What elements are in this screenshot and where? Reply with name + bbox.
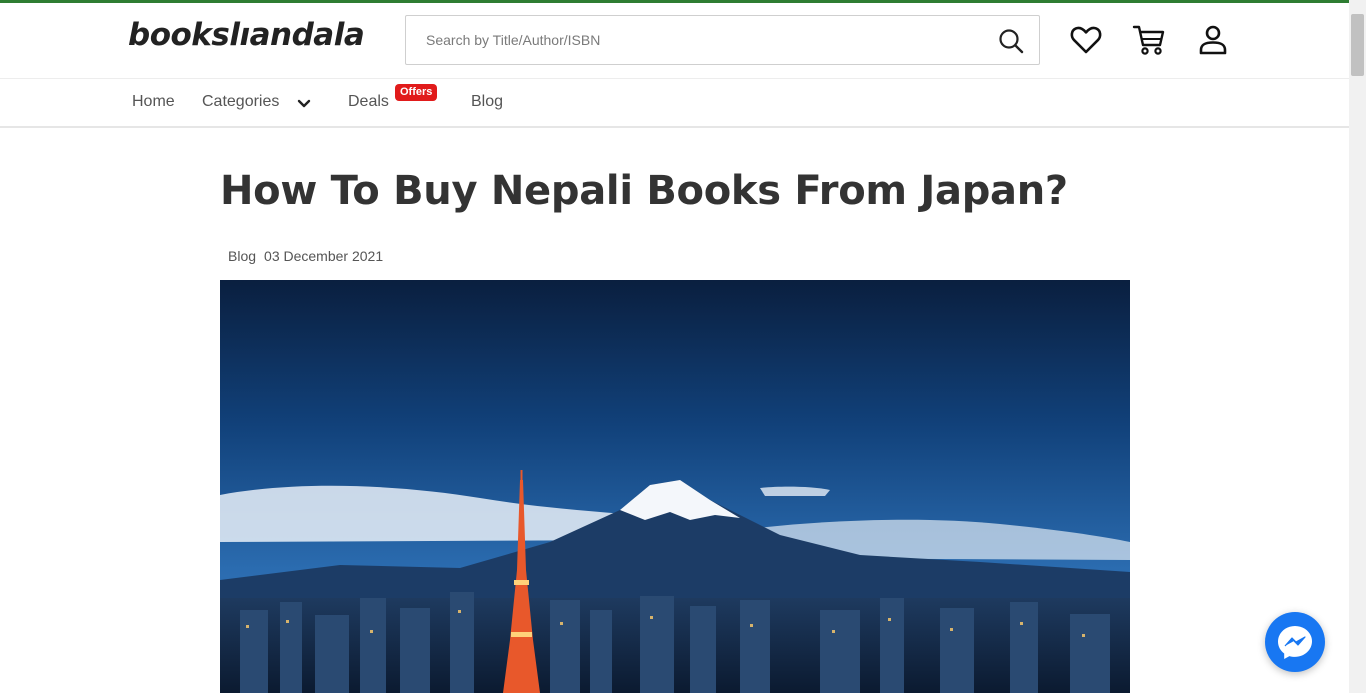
page-scrollbar[interactable] (1349, 0, 1366, 693)
messenger-chat-button[interactable] (1265, 612, 1325, 672)
article-date: 03 December 2021 (264, 248, 384, 264)
chevron-down-icon[interactable] (296, 96, 312, 112)
nav-blog[interactable]: Blog (471, 93, 503, 111)
site-logo[interactable]: bookslıandala (128, 17, 365, 53)
search-icon (999, 29, 1024, 54)
cart-button[interactable] (1132, 23, 1166, 57)
article-meta: Blog 03 December 2021 (228, 248, 383, 264)
article-hero-image (220, 280, 1130, 693)
article-category[interactable]: Blog (228, 248, 256, 264)
search-input[interactable] (406, 16, 986, 64)
user-icon (1199, 25, 1227, 55)
offers-badge: Offers (395, 84, 438, 101)
cart-icon (1132, 25, 1165, 55)
nav-deals[interactable]: Deals (348, 93, 389, 111)
nav-home[interactable]: Home (132, 93, 175, 111)
account-button[interactable] (1196, 23, 1230, 57)
site-header: bookslıandala (0, 3, 1349, 78)
wishlist-button[interactable] (1069, 23, 1103, 57)
messenger-icon (1278, 626, 1312, 659)
heart-icon (1070, 26, 1102, 54)
search-button[interactable] (997, 27, 1025, 55)
hero-illustration (220, 280, 1130, 693)
scrollbar-thumb[interactable] (1351, 14, 1364, 76)
nav-categories[interactable]: Categories (202, 93, 279, 111)
article-title: How To Buy Nepali Books From Japan? (220, 168, 1068, 214)
search-box (405, 15, 1040, 65)
main-nav: Home Categories Deals Offers Blog (0, 78, 1349, 128)
